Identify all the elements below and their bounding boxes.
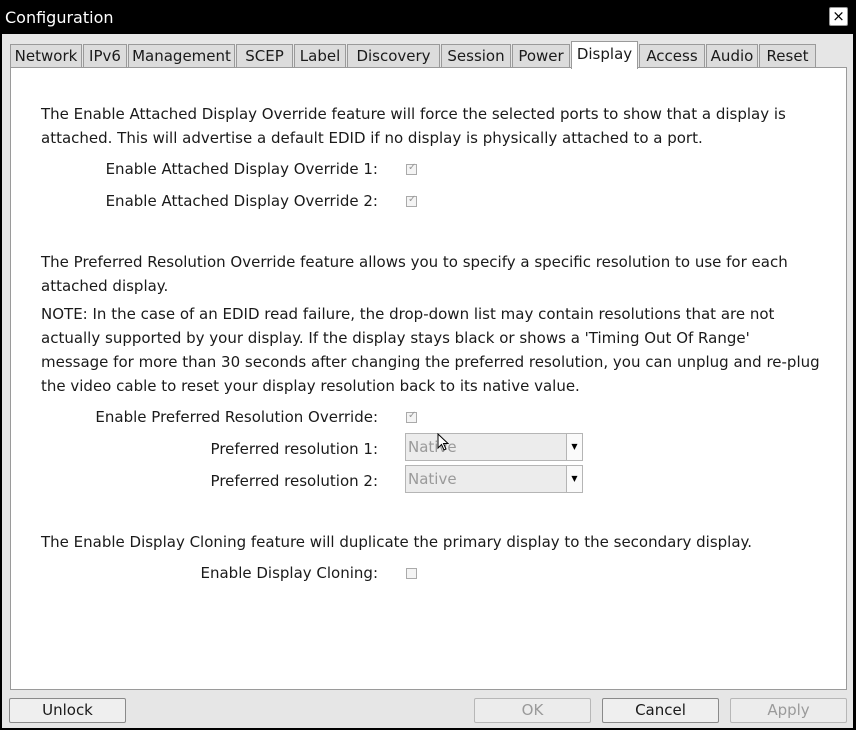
mouse-pointer-icon [437, 433, 449, 451]
title-bar: Configuration × [0, 0, 856, 34]
check-icon: ✓ [408, 162, 417, 173]
tab-network[interactable]: Network [10, 44, 82, 68]
preferred-override-label: Enable Preferred Resolution Override: [95, 408, 378, 426]
cloning-description: The Enable Display Cloning feature will … [41, 533, 753, 551]
ok-button[interactable]: OK [474, 698, 591, 723]
tab-discovery[interactable]: Discovery [347, 44, 440, 68]
window-client-area: Network IPv6 Management SCEP Label Disco… [2, 34, 853, 728]
tab-display[interactable]: Display [571, 41, 638, 69]
preferred-resolution-1-select[interactable]: Native ▼ [405, 433, 583, 461]
preferred-resolution-2-select[interactable]: Native ▼ [405, 465, 583, 493]
cancel-button[interactable]: Cancel [602, 698, 719, 723]
override2-label: Enable Attached Display Override 2: [105, 192, 378, 210]
override1-label: Enable Attached Display Override 1: [105, 160, 378, 178]
tab-reset[interactable]: Reset [759, 44, 816, 68]
tab-management[interactable]: Management [128, 44, 235, 68]
override1-checkbox[interactable]: ✓ [406, 162, 417, 175]
tab-audio[interactable]: Audio [706, 44, 758, 68]
tab-power[interactable]: Power [512, 44, 570, 68]
cloning-label: Enable Display Cloning: [200, 564, 379, 582]
tab-scep[interactable]: SCEP [236, 44, 293, 68]
preferred-resolution-2-label: Preferred resolution 2: [210, 472, 378, 490]
preferred-resolution-1-label: Preferred resolution 1: [210, 440, 378, 458]
tab-access[interactable]: Access [639, 44, 705, 68]
check-icon: ✓ [408, 194, 417, 205]
tab-label[interactable]: Label [294, 44, 346, 68]
preferred-resolution-description: The Preferred Resolution Override featur… [41, 253, 788, 295]
window-title: Configuration [5, 8, 114, 27]
edid-note: NOTE: In the case of an EDID read failur… [41, 305, 820, 395]
check-icon: ✓ [408, 410, 417, 421]
apply-button[interactable]: Apply [730, 698, 847, 723]
display-settings-panel: The Enable Attached Display Override fea… [10, 67, 847, 690]
chevron-down-icon[interactable]: ▼ [566, 434, 582, 460]
preferred-resolution-2-value: Native [408, 470, 457, 488]
tab-session[interactable]: Session [441, 44, 511, 68]
attached-override-description: The Enable Attached Display Override fea… [41, 105, 786, 147]
configuration-window: Configuration × Network IPv6 Management … [0, 0, 856, 730]
close-icon[interactable]: × [829, 7, 848, 26]
cloning-checkbox[interactable] [406, 568, 417, 579]
preferred-override-checkbox[interactable]: ✓ [406, 410, 417, 423]
unlock-button[interactable]: Unlock [9, 698, 126, 723]
tab-ipv6[interactable]: IPv6 [83, 44, 127, 68]
preferred-resolution-1-value: Native [408, 438, 457, 456]
override2-checkbox[interactable]: ✓ [406, 194, 417, 207]
chevron-down-icon[interactable]: ▼ [566, 466, 582, 492]
